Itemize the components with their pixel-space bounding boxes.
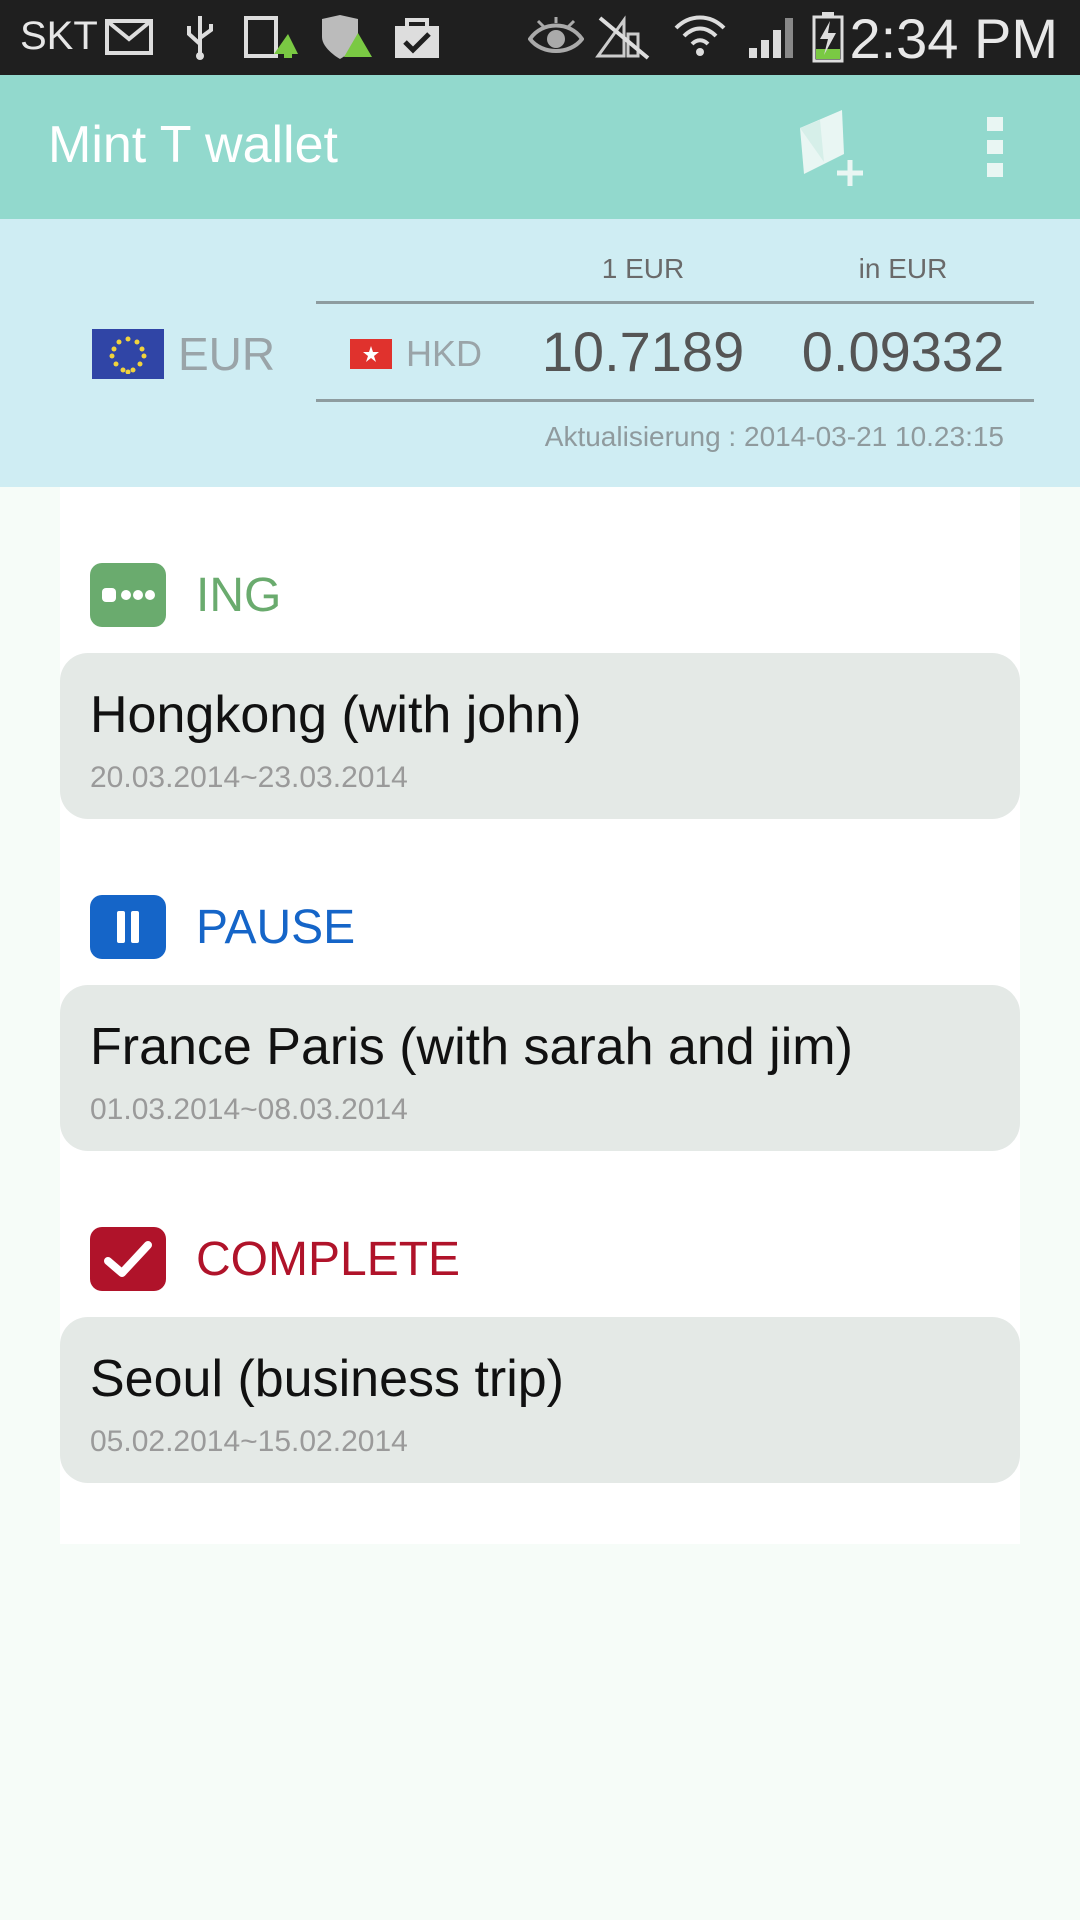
trip-card[interactable]: Hongkong (with john) 20.03.2014~23.03.20… bbox=[60, 653, 1020, 819]
pause-icon bbox=[90, 895, 166, 959]
divider bbox=[316, 301, 1034, 304]
add-trip-button[interactable] bbox=[780, 97, 890, 197]
usb-icon bbox=[180, 14, 220, 60]
trip-dates: 05.02.2014~15.02.2014 bbox=[90, 1425, 408, 1458]
shield-update-icon bbox=[318, 14, 374, 60]
section-header-complete: COMPLETE bbox=[90, 1227, 460, 1291]
currency-panel[interactable]: EUR 1 EUR in EUR HKD 10.7189 0.09332 Akt… bbox=[0, 219, 1080, 487]
eu-flag-icon bbox=[92, 329, 164, 379]
upload-icon bbox=[244, 14, 300, 60]
status-bar: SKT 2:34 PM bbox=[0, 0, 1080, 75]
trip-card[interactable]: Seoul (business trip) 05.02.2014~15.02.2… bbox=[60, 1317, 1020, 1483]
cell-signal-icon bbox=[746, 14, 802, 60]
wifi-icon bbox=[672, 14, 728, 60]
carrier-label: SKT bbox=[20, 14, 98, 58]
in-progress-icon bbox=[90, 563, 166, 627]
base-currency-selector[interactable]: EUR bbox=[92, 327, 275, 381]
target-currency-code: HKD bbox=[406, 333, 483, 374]
section-label: PAUSE bbox=[196, 900, 356, 954]
add-trip-icon bbox=[800, 110, 863, 186]
overflow-menu-icon bbox=[987, 117, 1003, 177]
bag-check-icon bbox=[392, 14, 442, 60]
rate-column-header-1: 1 EUR bbox=[601, 253, 685, 284]
section-label: COMPLETE bbox=[196, 1232, 461, 1286]
trip-list: ING Hongkong (with john) 20.03.2014~23.0… bbox=[60, 487, 1020, 1544]
inverse-rate-value: 0.09332 bbox=[801, 320, 1005, 383]
complete-check-icon bbox=[90, 1227, 166, 1291]
trip-dates: 01.03.2014~08.03.2014 bbox=[90, 1093, 408, 1126]
clock: 2:34 PM bbox=[849, 7, 1058, 70]
section-header-ing: ING bbox=[90, 563, 281, 627]
section-label: ING bbox=[196, 568, 282, 622]
trip-name: Hongkong (with john) bbox=[90, 686, 582, 744]
trip-card[interactable]: France Paris (with sarah and jim) 01.03.… bbox=[60, 985, 1020, 1151]
rate-column-header-2: in EUR bbox=[858, 253, 948, 284]
mail-icon bbox=[104, 14, 154, 60]
update-timestamp: Aktualisierung : 2014-03-21 10.23:15 bbox=[544, 421, 1004, 452]
eye-icon bbox=[528, 14, 584, 60]
hk-flag-icon bbox=[350, 339, 392, 369]
no-signal-icon bbox=[594, 14, 652, 60]
divider bbox=[316, 399, 1034, 402]
trip-name: Seoul (business trip) bbox=[90, 1350, 564, 1408]
overflow-menu-button[interactable] bbox=[955, 97, 1035, 197]
app-bar: Mint T wallet bbox=[0, 75, 1080, 219]
exchange-rate-value: 10.7189 bbox=[541, 320, 745, 383]
target-currency-selector[interactable]: HKD bbox=[350, 333, 482, 375]
section-header-pause: PAUSE bbox=[90, 895, 355, 959]
base-currency-code: EUR bbox=[178, 328, 276, 380]
battery-charging-icon bbox=[808, 12, 848, 63]
app-title: Mint T wallet bbox=[48, 116, 338, 174]
trip-name: France Paris (with sarah and jim) bbox=[90, 1018, 853, 1076]
trip-dates: 20.03.2014~23.03.2014 bbox=[90, 761, 408, 794]
